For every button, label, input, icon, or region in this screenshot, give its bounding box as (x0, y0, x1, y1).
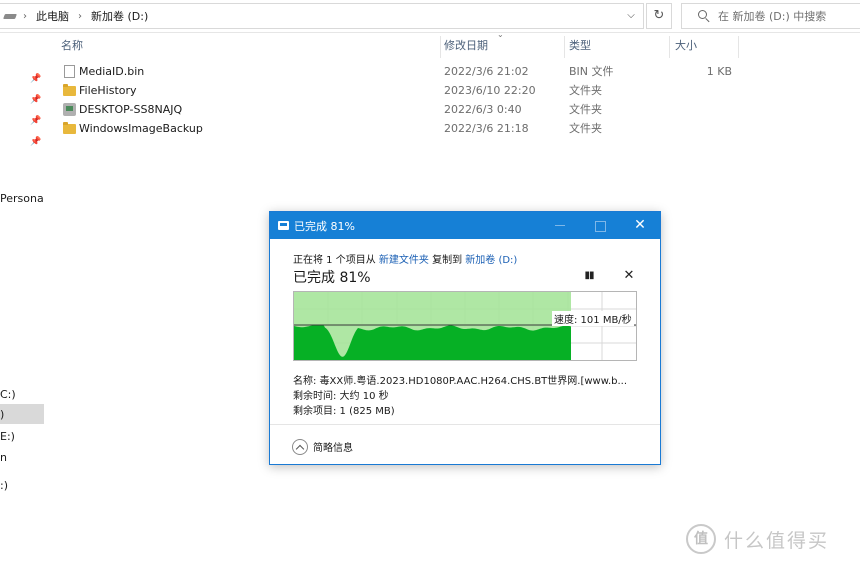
close-icon: ✕ (634, 217, 646, 233)
breadcrumb-drive-d[interactable]: 新加卷 (D:) (87, 8, 152, 24)
copy-description: 正在将 1 个项目从 新建文件夹 复制到 新加卷 (D:) (293, 251, 517, 266)
pin-icon[interactable]: 📌 (30, 116, 41, 127)
file-name: FileHistory (79, 84, 137, 97)
search-box[interactable] (681, 3, 860, 29)
pin-icon[interactable]: 📌 (30, 137, 41, 148)
cancel-button[interactable]: ✕ (620, 268, 638, 286)
file-row[interactable]: DESKTOP-SS8NAJQ 2022/6/3 0:40 文件夹 (60, 100, 750, 119)
column-divider[interactable] (440, 36, 441, 58)
folder-icon (63, 84, 76, 96)
file-date: 2022/3/6 21:02 (444, 65, 529, 78)
chevron-right-icon[interactable]: › (18, 11, 32, 22)
sort-chevron-icon: ⌄ (497, 30, 504, 39)
column-divider[interactable] (738, 36, 739, 58)
transfer-speed-graph (293, 291, 637, 361)
file-name-info: 名称: 毒XX师.粤语.2023.HD1080P.AAC.H264.CHS.BT… (293, 376, 628, 387)
copy-description-prefix: 正在将 1 个项目从 (293, 255, 379, 266)
file-icon (64, 65, 75, 78)
watermark-logo: 值 (686, 524, 716, 554)
items-remaining-info: 剩余项目: 1 (825 MB) (293, 406, 395, 417)
pause-button[interactable]: ▮▮ (580, 270, 598, 286)
file-type: 文件夹 (569, 103, 602, 116)
chevron-up-icon (292, 438, 308, 455)
nav-item-drive-d-selected[interactable] (0, 404, 44, 424)
file-row[interactable]: FileHistory 2023/6/10 22:20 文件夹 (60, 81, 750, 100)
pause-icon: ▮▮ (584, 270, 594, 281)
dialog-divider (270, 424, 660, 425)
file-date: 2022/6/3 0:40 (444, 103, 522, 116)
breadcrumb-this-pc[interactable]: 此电脑 (32, 8, 73, 24)
refresh-button[interactable]: ↻ (646, 3, 672, 29)
speed-label: 速度: 101 MB/秒 (552, 311, 634, 326)
fewer-details-label: 简略信息 (313, 443, 353, 454)
progress-percent: 已完成 81% (293, 270, 371, 286)
file-date: 2022/3/6 21:18 (444, 122, 529, 135)
file-row[interactable]: MediaID.bin 2022/3/6 21:02 BIN 文件 1 KB (60, 62, 750, 81)
copy-window-icon (278, 221, 289, 230)
chevron-right-icon[interactable]: › (73, 11, 87, 22)
copy-progress-dialog: 已完成 81% ✕ 正在将 1 个项目从 新建文件夹 复制到 新加卷 (D:) … (269, 211, 661, 465)
source-folder-link[interactable]: 新建文件夹 (379, 255, 429, 266)
column-header-date[interactable]: 修改日期 (444, 36, 488, 58)
close-icon: ✕ (623, 268, 635, 283)
column-header-size[interactable]: 大小 (675, 36, 697, 58)
column-header-name[interactable]: 名称 (61, 36, 83, 58)
file-name: DESKTOP-SS8NAJQ (79, 103, 183, 116)
column-divider[interactable] (564, 36, 565, 58)
file-type: 文件夹 (569, 84, 602, 97)
pin-icon[interactable]: 📌 (30, 95, 41, 106)
file-name: WindowsImageBackup (79, 122, 203, 135)
time-remaining-info: 剩余时间: 大约 10 秒 (293, 391, 389, 402)
file-type: BIN 文件 (569, 65, 614, 78)
file-name: MediaID.bin (79, 65, 145, 78)
dialog-title: 已完成 81% (294, 220, 355, 233)
file-row[interactable]: WindowsImageBackup 2022/3/6 21:18 文件夹 (60, 119, 750, 138)
search-icon (698, 10, 710, 22)
nav-item-drive-d[interactable]: ) (0, 408, 4, 421)
column-divider[interactable] (669, 36, 670, 58)
pin-icon[interactable]: 📌 (30, 74, 41, 85)
watermark-text: 什么值得买 (724, 529, 830, 552)
file-type: 文件夹 (569, 122, 602, 135)
dialog-title-bar[interactable]: 已完成 81% ✕ (270, 212, 660, 239)
column-header-type[interactable]: 类型 (569, 36, 591, 58)
chevron-down-icon[interactable]: ⌵ (623, 8, 639, 24)
network-folder-icon (63, 103, 76, 116)
address-bar[interactable]: › 此电脑 › 新加卷 (D:) ⌵ (0, 3, 644, 29)
minimize-button[interactable] (540, 212, 580, 239)
site-watermark: 值 什么值得买 (686, 522, 856, 556)
folder-icon (63, 122, 76, 134)
nav-item-network[interactable]: n (0, 451, 7, 464)
drive-icon (4, 12, 18, 20)
speed-graph-svg (294, 292, 636, 360)
search-input[interactable] (718, 9, 848, 23)
fewer-details-button[interactable]: 简略信息 (292, 438, 353, 455)
refresh-icon: ↻ (653, 8, 665, 23)
file-date: 2023/6/10 22:20 (444, 84, 536, 97)
address-bar-region: › 此电脑 › 新加卷 (D:) ⌵ ↻ (0, 0, 860, 33)
nav-item-drive-c[interactable]: C:) (0, 388, 16, 401)
nav-item-drive-other[interactable]: :) (0, 479, 8, 492)
navigation-pane: 📌 📌 📌 📌 Persona C:) ) E:) n :) (0, 33, 44, 563)
copy-description-mid: 复制到 (428, 255, 466, 266)
nav-item-drive-e[interactable]: E:) (0, 430, 15, 443)
file-size: 1 KB (706, 65, 732, 78)
nav-item-personal[interactable]: Persona (0, 192, 44, 205)
close-button[interactable]: ✕ (620, 212, 660, 239)
destination-drive-link[interactable]: 新加卷 (D:) (465, 255, 517, 266)
maximize-button (580, 212, 620, 239)
